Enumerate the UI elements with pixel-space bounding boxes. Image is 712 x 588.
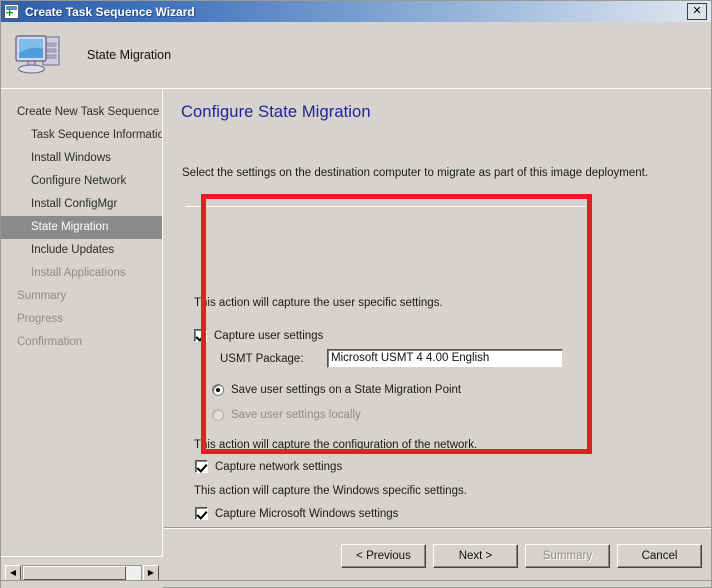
user-section-description: This action will capture the user specif… — [194, 297, 443, 309]
capture-user-settings-checkbox-row[interactable]: Capture user settings — [194, 329, 323, 342]
wizard-banner: State Migration — [1, 22, 711, 89]
save-user-settings-locally-label: Save user settings locally — [231, 409, 361, 421]
sidebar-item-task-sequence-information[interactable]: Task Sequence Informatio — [1, 124, 162, 147]
cancel-button[interactable]: Cancel — [617, 544, 702, 568]
next-button[interactable]: Next > — [433, 544, 518, 568]
sidebar-item-summary: Summary — [17, 290, 67, 302]
capture-windows-settings-checkbox-row[interactable]: Capture Microsoft Windows settings — [195, 507, 398, 520]
page-title: Configure State Migration — [181, 103, 371, 121]
sidebar-item-configure-network[interactable]: Configure Network — [1, 170, 162, 193]
capture-network-settings-label: Capture network settings — [215, 460, 343, 473]
main-content: Configure State Migration Select the set… — [164, 89, 711, 527]
capture-network-settings-checkbox-row[interactable]: Capture network settings — [195, 460, 342, 473]
sidebar-item-confirmation: Confirmation — [17, 336, 83, 348]
previous-button[interactable]: < Previous — [341, 544, 426, 568]
scrollbar-thumb[interactable] — [23, 565, 126, 580]
windows-section-description: This action will capture the Windows spe… — [194, 485, 467, 497]
usmt-package-field[interactable]: Microsoft USMT 4 4.00 English — [327, 349, 563, 368]
network-section-description: This action will capture the configurati… — [194, 439, 478, 451]
divider — [186, 206, 586, 207]
sidebar-item-progress: Progress — [17, 313, 64, 325]
summary-button: Summary — [525, 544, 610, 568]
wizard-window: Create Task Sequence Wizard ✕ State Migr… — [0, 0, 712, 588]
scroll-left-icon[interactable]: ◀ — [5, 564, 21, 581]
sidebar-item-state-migration[interactable]: State Migration — [1, 216, 162, 239]
sidebar-item-create-new-task-sequence[interactable]: Create New Task Sequence — [1, 101, 162, 124]
capture-user-settings-checkbox[interactable] — [194, 329, 207, 342]
sidebar-item-install-windows[interactable]: Install Windows — [1, 147, 162, 170]
task-sequence-icon — [4, 4, 19, 19]
wizard-step-nav: Create New Task Sequence Task Sequence I… — [1, 89, 163, 556]
save-locally-radio-row: Save user settings locally — [212, 409, 361, 421]
title-bar: Create Task Sequence Wizard ✕ — [1, 1, 711, 22]
sidebar-item-include-updates[interactable]: Include Updates — [1, 239, 162, 262]
capture-microsoft-windows-settings-checkbox[interactable] — [195, 507, 208, 520]
footer-buttons: < Previous Next > Summary Cancel — [164, 529, 711, 587]
capture-microsoft-windows-settings-label: Capture Microsoft Windows settings — [215, 507, 399, 520]
sidebar-item-install-configmgr[interactable]: Install ConfigMgr — [1, 193, 162, 216]
scrollbar-track[interactable] — [22, 564, 142, 581]
intro-text: Select the settings on the destination c… — [182, 167, 649, 179]
save-on-state-migration-point-radio[interactable] — [212, 384, 224, 396]
save-user-settings-locally-radio — [212, 409, 224, 421]
window-title: Create Task Sequence Wizard — [25, 4, 195, 19]
sidebar-item-install-applications: Install Applications — [31, 267, 126, 279]
computer-icon — [13, 31, 67, 79]
scroll-right-icon[interactable]: ▶ — [143, 564, 159, 581]
window-bottom-edge — [1, 580, 711, 587]
save-on-state-migration-point-label: Save user settings on a State Migration … — [231, 384, 462, 396]
close-icon[interactable]: ✕ — [687, 3, 707, 20]
save-smp-radio-row[interactable]: Save user settings on a State Migration … — [212, 384, 461, 396]
banner-title: State Migration — [87, 48, 172, 62]
capture-network-settings-checkbox[interactable] — [195, 460, 208, 473]
capture-user-settings-label: Capture user settings — [214, 329, 324, 342]
usmt-package-label: USMT Package: — [220, 353, 304, 365]
